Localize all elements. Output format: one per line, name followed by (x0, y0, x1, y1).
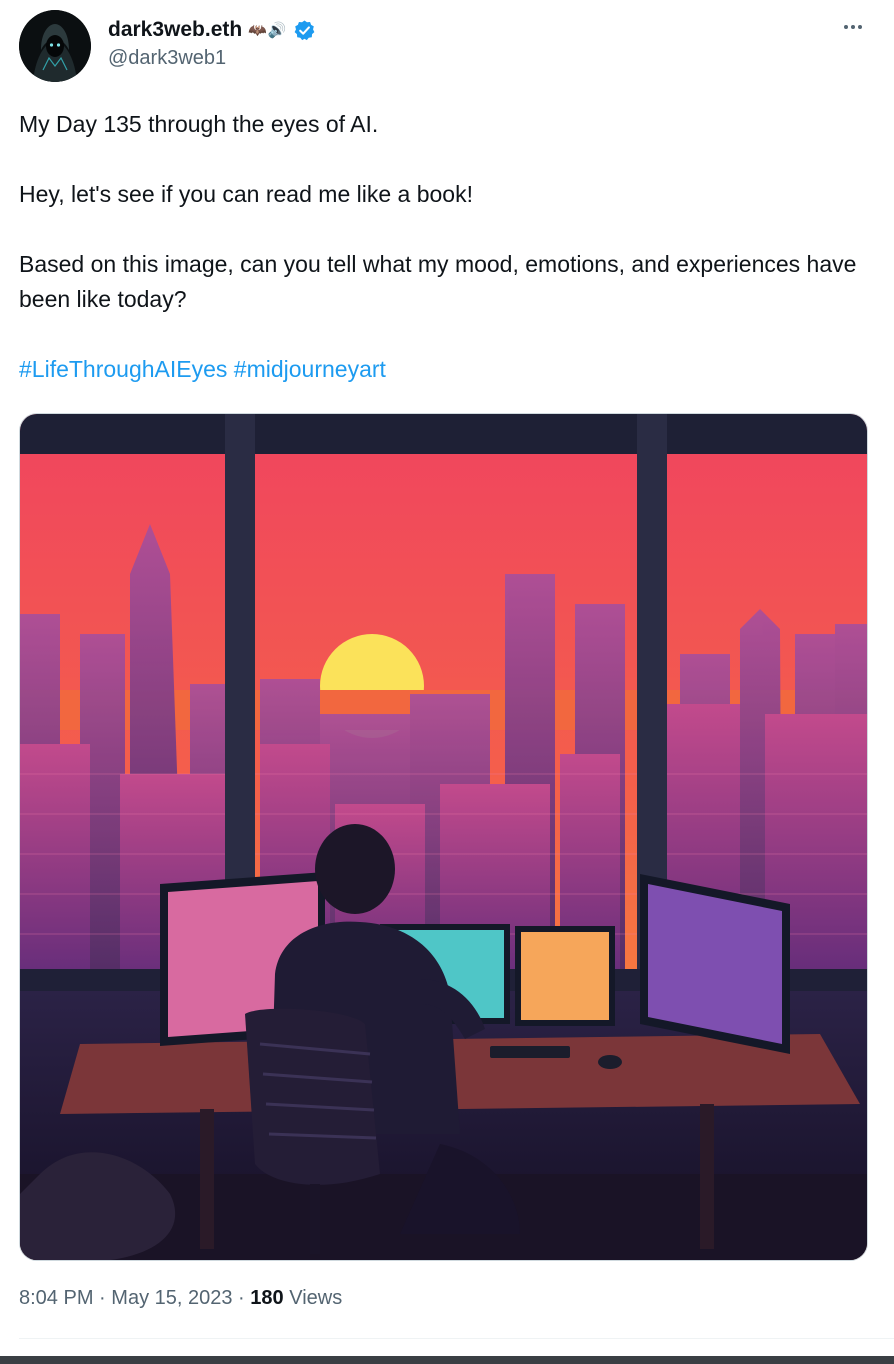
author-name-row[interactable]: dark3web.eth 🦇🔊 (108, 15, 316, 45)
hashtag-link[interactable]: #LifeThroughAIEyes (19, 356, 227, 382)
name-emoji: 🦇🔊 (248, 22, 288, 39)
hooded-figure-icon (19, 10, 91, 82)
tweet-image[interactable] (19, 413, 868, 1261)
divider (19, 1338, 894, 1339)
image-icon (20, 414, 867, 1260)
more-options-icon[interactable] (840, 14, 866, 40)
tweet-line: My Day 135 through the eyes of AI. (19, 111, 379, 137)
window-bottom-edge (0, 1356, 894, 1364)
avatar[interactable] (19, 10, 91, 82)
tweet-time[interactable]: 8:04 PM (19, 1287, 93, 1309)
author-handle[interactable]: @dark3web1 (108, 47, 226, 70)
tweet-date[interactable]: May 15, 2023 (111, 1287, 232, 1309)
tweet-line: Based on this image, can you tell what m… (19, 251, 857, 312)
tweet-line: Hey, let's see if you can read me like a… (19, 181, 473, 207)
views-label: Views (289, 1287, 343, 1309)
separator: · (99, 1287, 106, 1309)
tweet-text: My Day 135 through the eyes of AI. Hey, … (19, 107, 859, 387)
hashtag-link[interactable]: #midjourneyart (234, 356, 386, 382)
tweet: dark3web.eth 🦇🔊 @dark3web1 My Day 135 th… (0, 0, 894, 1364)
separator: · (238, 1287, 245, 1309)
views-count: 180 (250, 1287, 284, 1309)
tweet-meta: 8:04 PM · May 15, 2023 · 180 Views (19, 1287, 342, 1310)
display-name[interactable]: dark3web.eth (108, 18, 242, 42)
hashtags-line: #LifeThroughAIEyes #midjourneyart (19, 352, 859, 387)
verified-badge-icon (293, 19, 316, 42)
